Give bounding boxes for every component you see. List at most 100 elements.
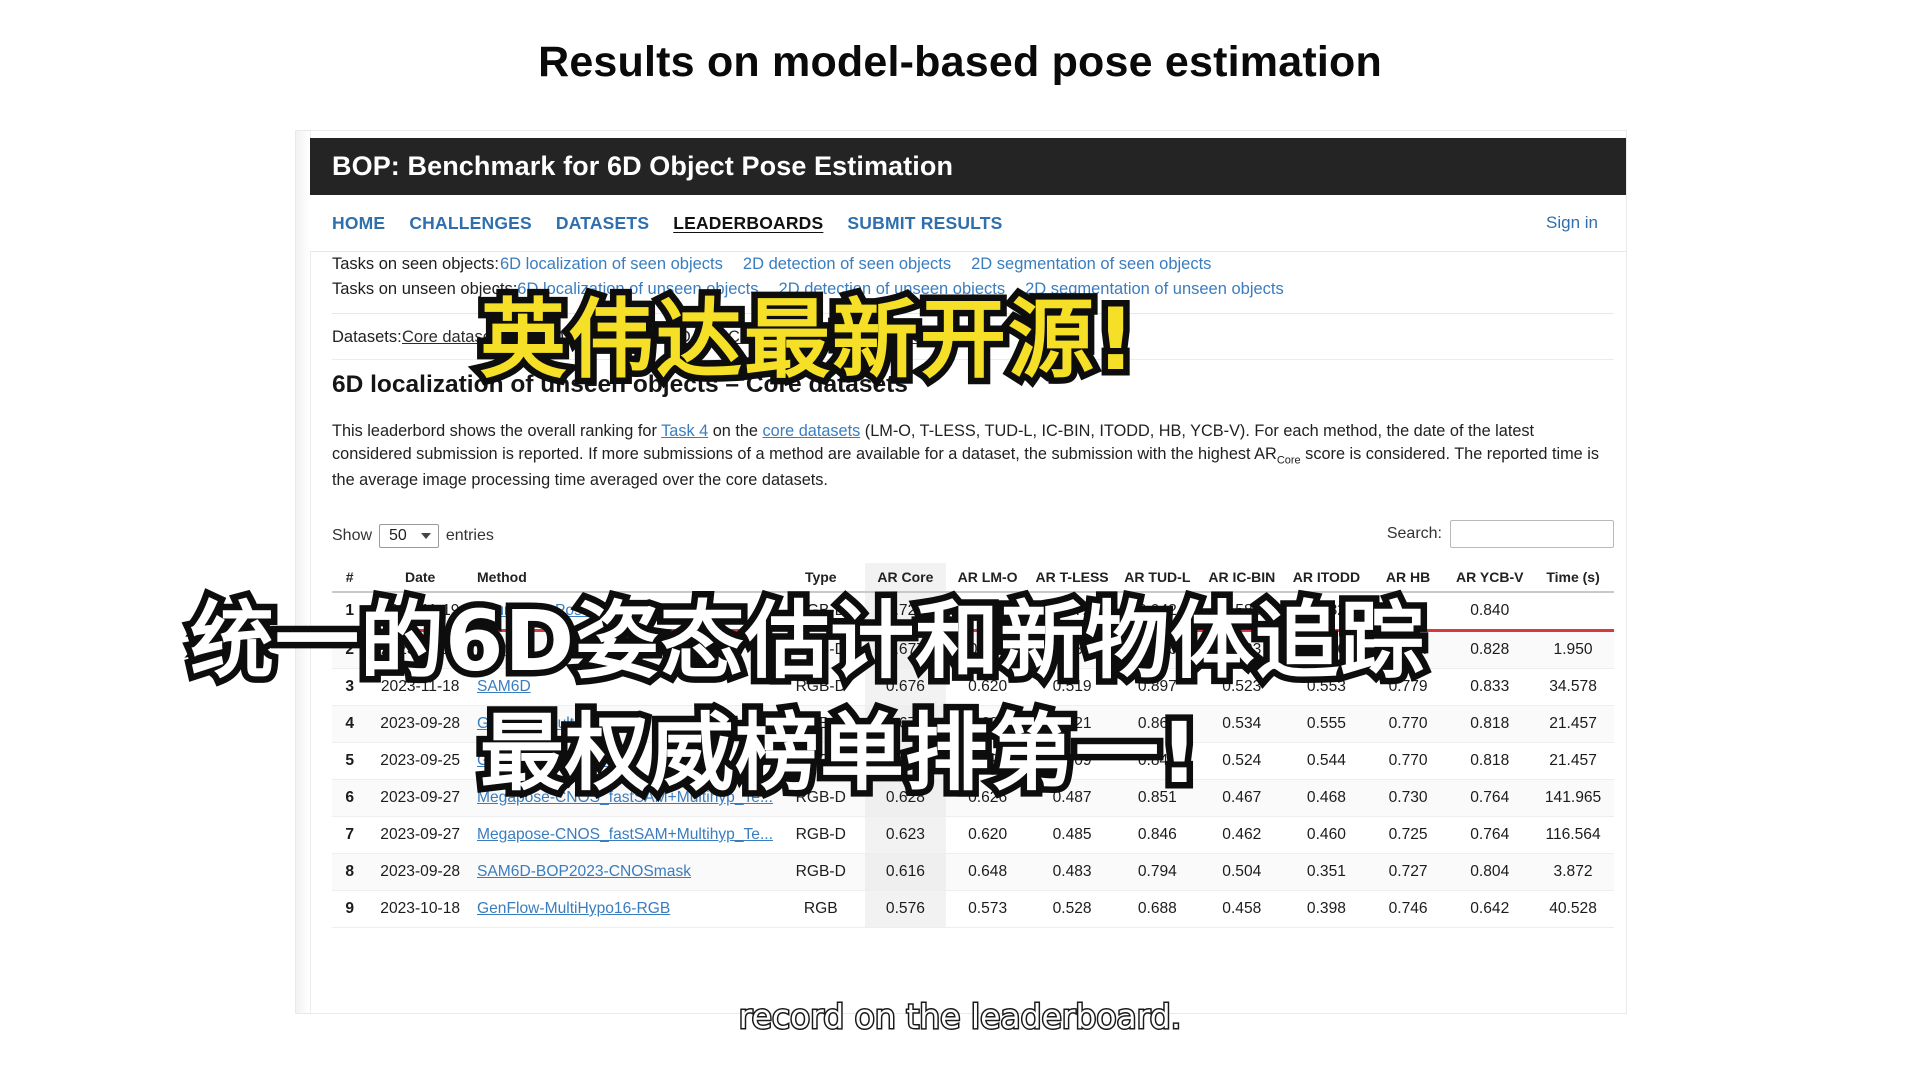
cell-method: GenFlow-MultiHypo16-RGB [473,890,777,928]
col-header-ar-tudl[interactable]: AR TUD-L [1115,563,1200,593]
table-search: Search: [1387,520,1614,548]
col-header-ar-icbin[interactable]: AR IC-BIN [1199,563,1285,593]
method-link[interactable]: SAM6D [477,678,531,695]
search-input[interactable] [1450,520,1614,548]
cell-ar-tless: 0.531 [1028,630,1116,669]
dataset-link-tless[interactable]: T-LESS [582,328,639,347]
cell-ar-tudl: 0.886 [1115,630,1200,669]
cell-type: RGB-D [776,816,865,854]
method-link[interactable]: FoundationPose [477,602,591,619]
dataset-link-core[interactable]: Core datasets [402,328,505,347]
dataset-link-tudl[interactable]: TUD-L [657,328,706,347]
task-link-2d-det-unseen[interactable]: 2D detection of unseen objects [779,280,1006,299]
sign-in-link[interactable]: Sign in [1546,213,1598,233]
task-link-2d-seg-seen[interactable]: 2D segmentation of seen objects [971,255,1211,274]
datasets-label: Datasets: [332,328,402,346]
table-row[interactable]: 1 2023-11-19 FoundationPose RGB-D 0.722 0.613… [332,592,1614,631]
dataset-link-lmo[interactable]: LM-O [523,328,564,347]
table-row[interactable]: 7 2023-09-27 Megapose-CNOS_fastSAM+Multihy… [332,816,1614,854]
cell-type: RGB-D [776,705,865,743]
col-header-ar-tless[interactable]: AR T-LESS [1028,563,1116,593]
cell-date: 2023-09-25 [367,742,473,780]
cell-date: 2023-09-28 [367,853,473,891]
task-link-2d-seg-unseen[interactable]: 2D segmentation of unseen objects [1025,280,1284,299]
desc-link-task4[interactable]: Task 4 [661,422,708,440]
task-filter-block: Tasks on seen objects: 6D localization o… [310,252,1626,302]
cell-ar-tless: 0.572 [1028,592,1116,631]
table-row[interactable]: 5 2023-09-25 GenFlow-MultiHypo RGB-D 0.662 0.… [332,742,1614,780]
cell-time: 34.578 [1532,668,1614,706]
task-link-2d-det-seen[interactable]: 2D detection of seen objects [743,255,951,274]
tasks-seen-label: Tasks on seen objects: [332,255,499,273]
col-header-rank[interactable]: # [332,563,368,593]
nav-item-datasets[interactable]: DATASETS [556,213,649,234]
method-link[interactable]: GenFlow-MultiHypo [477,752,614,769]
cell-ar-tless: 0.483 [1028,853,1116,891]
col-header-ar-hb[interactable]: AR HB [1368,563,1448,593]
cell-time: 40.528 [1532,890,1614,928]
cell-ar-hb: 0.770 [1368,705,1448,743]
dataset-link-itodd[interactable]: ITODD [791,328,842,347]
cell-method: PoMZ [473,630,777,669]
col-header-ar-itodd[interactable]: AR ITODD [1284,563,1369,593]
dataset-link-ycbv[interactable]: YCB-V [901,328,951,347]
dataset-link-list: Core datasets LM-O T-LESS TUD-L IC-BIN I… [402,328,951,347]
cell-ar-core: 0.673 [864,705,947,743]
table-row[interactable]: 6 2023-09-27 Megapose-CNOS_fastSAM+Multihy… [332,779,1614,817]
table-body: 1 2023-11-19 FoundationPose RGB-D 0.722 0.613… [332,592,1614,928]
cell-date: 2023-10-18 [367,890,473,928]
nav-item-submit-results[interactable]: SUBMIT RESULTS [847,213,1002,234]
nav-item-challenges[interactable]: CHALLENGES [409,213,532,234]
method-link[interactable]: PoMZ [477,641,519,658]
method-link[interactable]: GenFlow-MultiHypo16 [477,715,631,732]
entries-per-page-select[interactable]: 50 [379,524,439,548]
cell-ar-hb: 0.779 [1368,668,1448,706]
cell-rank: 3 [332,668,368,706]
table-row[interactable]: 9 2023-10-18 GenFlow-MultiHypo16-RGB RGB 0.5… [332,890,1614,928]
desc-subscript-core: Core [1276,454,1301,467]
cell-date: 2023-09-27 [367,779,473,817]
cell-ar-itodd: 0.555 [1284,705,1369,743]
table-row[interactable]: 3 2023-11-18 SAM6D RGB-D 0.676 0.620 0.519 0.89… [332,668,1614,706]
cell-ar-icbin: 0.524 [1199,742,1285,780]
dataset-link-icbin[interactable]: IC-BIN [723,328,773,347]
cell-time: 21.457 [1532,705,1614,743]
col-header-ar-lmo[interactable]: AR LM-O [946,563,1029,593]
nav-item-leaderboards[interactable]: LEADERBOARDS [673,213,823,234]
col-header-time[interactable]: Time (s) [1532,563,1614,593]
method-link[interactable]: Megapose-CNOS_fastSAM+Multihyp_Te... [477,826,773,843]
cell-ar-hb: 0.746 [1368,890,1448,928]
table-row[interactable]: 8 2023-09-28 SAM6D-BOP2023-CNOSmask RGB-D 0.… [332,853,1614,891]
col-header-date[interactable]: Date [367,563,473,593]
cell-ar-ycbv: 0.764 [1447,816,1533,854]
cell-ar-tudl: 0.794 [1115,853,1200,891]
task-link-6d-loc-unseen[interactable]: 6D localization of unseen objects [517,280,758,299]
cell-ar-itodd: 0.398 [1284,890,1369,928]
method-link[interactable]: GenFlow-MultiHypo16-RGB [477,900,670,917]
cell-ar-lmo: 0.634 [946,705,1029,743]
show-entries-suffix: entries [445,527,494,544]
cell-ar-tless: 0.521 [1028,705,1116,743]
method-link[interactable]: Megapose-CNOS_fastSAM+Multihyp_Te... [477,789,773,806]
cell-type: RGB-D [776,853,865,891]
chevron-down-icon [420,533,431,539]
desc-link-core-datasets[interactable]: core datasets [763,422,861,440]
cell-type: RGB-D [776,668,865,706]
cell-ar-ycbv: 0.828 [1447,630,1533,669]
col-header-method[interactable]: Method [473,563,777,593]
cell-ar-tudl: 0.897 [1115,668,1200,706]
cell-ar-tudl: 0.846 [1115,816,1200,854]
col-header-type[interactable]: Type [776,563,865,593]
table-row[interactable]: 2 2023-11-17 PoMZ RGB-D 0.677 0.611 0.531 0.886… [332,630,1614,669]
col-header-ar-core[interactable]: AR Core [864,563,947,593]
cell-type: RGB [776,890,865,928]
task-link-6d-loc-seen[interactable]: 6D localization of seen objects [500,255,723,274]
cell-rank: 7 [332,816,368,854]
cell-ar-lmo: 0.648 [946,853,1029,891]
nav-item-home[interactable]: HOME [332,213,385,234]
cell-ar-lmo: 0.611 [946,630,1029,669]
method-link[interactable]: SAM6D-BOP2023-CNOSmask [477,863,691,880]
col-header-ar-ycbv[interactable]: AR YCB-V [1447,563,1533,593]
table-row[interactable]: 4 2023-09-28 GenFlow-MultiHypo16 RGB-D 0.673… [332,705,1614,743]
dataset-link-hb[interactable]: HB [860,328,883,347]
